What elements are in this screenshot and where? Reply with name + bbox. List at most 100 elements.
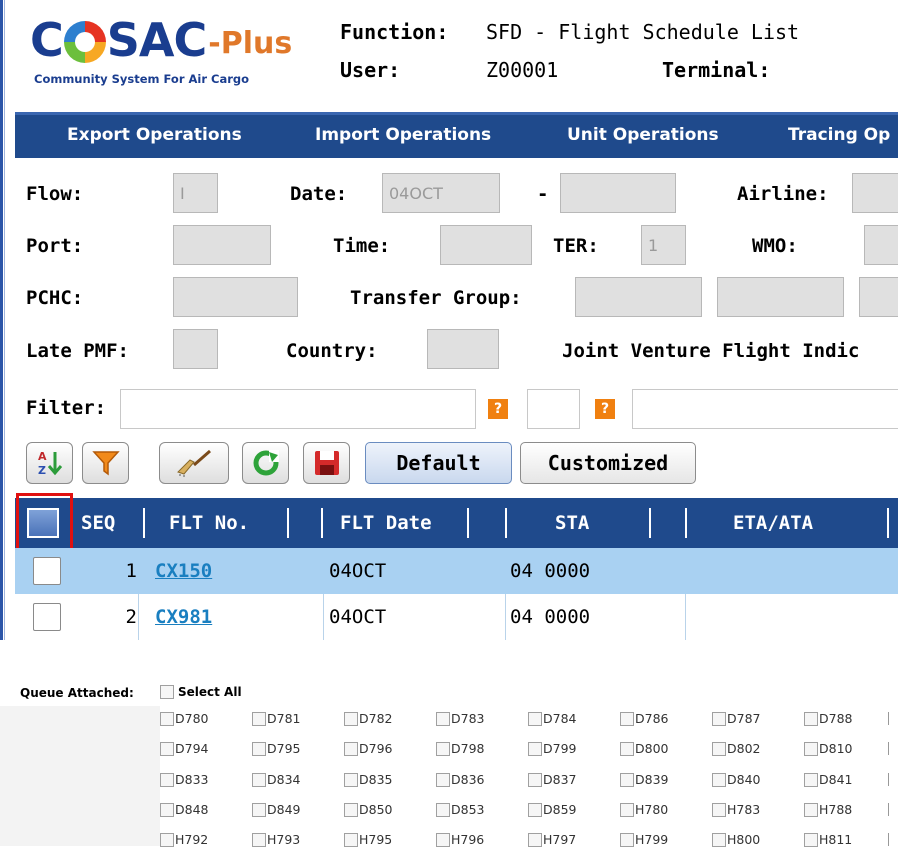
- queue-checkbox[interactable]: [620, 803, 634, 817]
- queue-checkbox[interactable]: [528, 833, 542, 847]
- queue-checkbox[interactable]: [252, 742, 266, 756]
- flow-input[interactable]: I: [173, 173, 218, 213]
- transfer-group-input-3[interactable]: [859, 277, 898, 317]
- queue-checkbox[interactable]: [344, 773, 358, 787]
- queue-code-label: D802: [727, 741, 761, 756]
- queue-checkbox[interactable]: [620, 773, 634, 787]
- filter-input[interactable]: [120, 389, 476, 429]
- queue-checkbox[interactable]: [804, 833, 818, 847]
- nav-import-operations[interactable]: Import Operations: [315, 125, 491, 145]
- queue-code-label: D839: [635, 772, 669, 787]
- filter-operator-input[interactable]: [527, 389, 580, 429]
- queue-checkbox[interactable]: [252, 773, 266, 787]
- late-pmf-input[interactable]: [173, 329, 218, 369]
- queue-checkbox[interactable]: [528, 803, 542, 817]
- queue-checkbox[interactable]: [804, 712, 818, 726]
- pchc-input[interactable]: [173, 277, 298, 317]
- queue-checkbox[interactable]: [712, 773, 726, 787]
- customized-view-button[interactable]: Customized: [520, 442, 696, 484]
- sort-icon: A Z: [38, 450, 62, 477]
- queue-checkbox[interactable]: [620, 833, 634, 847]
- terminal-label: Terminal:: [662, 58, 771, 82]
- operator-help-icon[interactable]: ?: [595, 399, 615, 419]
- queue-checkbox[interactable]: [436, 773, 450, 787]
- queue-checkbox[interactable]: [620, 712, 634, 726]
- floppy-disk-icon: [314, 451, 339, 475]
- col-eta-ata[interactable]: ETA/ATA: [733, 512, 813, 534]
- col-sta[interactable]: STA: [555, 512, 589, 534]
- date-range-separator: -: [537, 183, 549, 205]
- queue-checkbox[interactable]: [620, 742, 634, 756]
- queue-checkbox[interactable]: [160, 742, 174, 756]
- queue-checkbox[interactable]: [252, 803, 266, 817]
- queue-checkbox[interactable]: [252, 833, 266, 847]
- wmo-input[interactable]: [864, 225, 898, 265]
- svg-text:A: A: [38, 450, 47, 463]
- queue-checkbox[interactable]: [528, 742, 542, 756]
- queue-code-label: D859: [543, 802, 577, 817]
- time-input[interactable]: [440, 225, 532, 265]
- queue-checkbox[interactable]: [344, 712, 358, 726]
- clear-button[interactable]: [159, 442, 229, 484]
- transfer-group-input-2[interactable]: [717, 277, 844, 317]
- sort-button[interactable]: A Z: [26, 442, 73, 484]
- row-checkbox[interactable]: [33, 603, 61, 631]
- date-label: Date:: [290, 183, 348, 205]
- transfer-group-input-1[interactable]: [575, 277, 702, 317]
- col-flt-no[interactable]: FLT No.: [169, 512, 249, 534]
- queue-checkbox[interactable]: [436, 803, 450, 817]
- queue-checkbox[interactable]: [160, 773, 174, 787]
- queue-checkbox[interactable]: [804, 773, 818, 787]
- refresh-button[interactable]: [242, 442, 289, 484]
- queue-checkbox[interactable]: [344, 742, 358, 756]
- queue-code-label: D834: [267, 772, 301, 787]
- flight-schedule-panel: C SAC -Plus Community System For Air Cargo…: [0, 0, 898, 640]
- filter-help-icon[interactable]: ?: [488, 399, 508, 419]
- date-from-input[interactable]: 04OCT: [382, 173, 500, 213]
- filter-button[interactable]: [82, 442, 129, 484]
- select-all-checkbox[interactable]: [27, 508, 59, 538]
- save-button[interactable]: [303, 442, 350, 484]
- date-to-input[interactable]: [560, 173, 676, 213]
- country-input[interactable]: [427, 329, 499, 369]
- queue-checkbox[interactable]: [160, 803, 174, 817]
- queue-checkbox[interactable]: [160, 833, 174, 847]
- queue-code-label: D780: [175, 711, 209, 726]
- queue-checkbox[interactable]: [436, 742, 450, 756]
- ter-input[interactable]: 1: [641, 225, 686, 265]
- queue-checkbox[interactable]: [436, 712, 450, 726]
- nav-tracing-operations[interactable]: Tracing Op: [788, 125, 890, 145]
- row-checkbox[interactable]: [33, 557, 61, 585]
- nav-unit-operations[interactable]: Unit Operations: [567, 125, 719, 145]
- main-nav-bar: Export Operations Import Operations Unit…: [15, 112, 898, 158]
- queue-checkbox[interactable]: [528, 773, 542, 787]
- queue-select-all-checkbox[interactable]: [160, 685, 174, 699]
- queue-checkbox[interactable]: [804, 803, 818, 817]
- table-row[interactable]: 1 CX150 04OCT 04 0000: [15, 548, 898, 594]
- queue-checkbox[interactable]: [436, 833, 450, 847]
- default-view-button[interactable]: Default: [365, 442, 512, 484]
- nav-export-operations[interactable]: Export Operations: [67, 125, 242, 145]
- queue-checkbox[interactable]: [712, 833, 726, 847]
- col-seq[interactable]: SEQ: [81, 512, 115, 534]
- queue-checkbox[interactable]: [344, 833, 358, 847]
- queue-checkbox[interactable]: [160, 712, 174, 726]
- airline-input[interactable]: [852, 173, 898, 213]
- row-sta: 04 0000: [510, 560, 591, 582]
- flight-number-link[interactable]: CX981: [155, 606, 212, 628]
- queue-checkbox[interactable]: [804, 742, 818, 756]
- table-row[interactable]: 2 CX981 04OCT 04 0000: [15, 594, 898, 640]
- flight-number-link[interactable]: CX150: [155, 560, 212, 582]
- queue-code-label: D786: [635, 711, 669, 726]
- queue-checkbox[interactable]: [344, 803, 358, 817]
- filter-value-input[interactable]: [632, 389, 898, 429]
- queue-checkbox[interactable]: [712, 742, 726, 756]
- col-flt-date[interactable]: FLT Date: [340, 512, 432, 534]
- queue-checkbox[interactable]: [528, 712, 542, 726]
- queue-code-label: D794: [175, 741, 209, 756]
- queue-checkbox[interactable]: [712, 803, 726, 817]
- queue-checkbox[interactable]: [252, 712, 266, 726]
- queue-checkbox[interactable]: [712, 712, 726, 726]
- queue-code-label: D833: [175, 772, 209, 787]
- port-input[interactable]: [173, 225, 271, 265]
